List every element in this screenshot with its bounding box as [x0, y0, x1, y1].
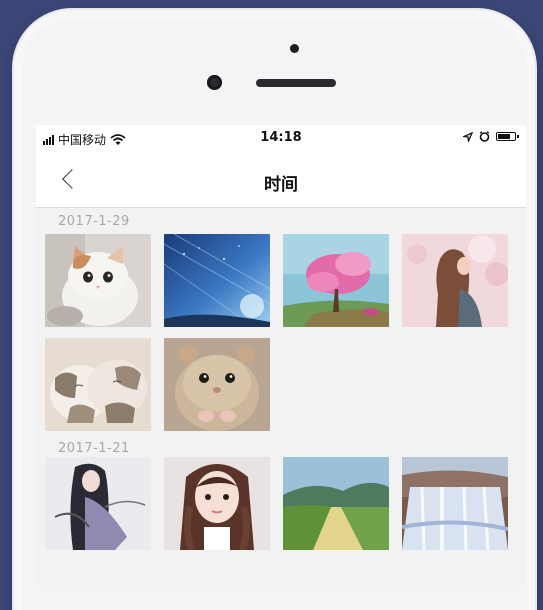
- location-icon: [463, 131, 473, 142]
- earpiece-speaker: [256, 79, 336, 87]
- status-time: 14:18: [260, 130, 302, 145]
- status-bar: 中国移动 14:18: [36, 125, 526, 153]
- photo-waterfall[interactable]: [402, 457, 508, 550]
- photo-braided-girl[interactable]: [164, 457, 270, 550]
- group-date: 2017-1-21: [58, 441, 130, 456]
- photo-grid: [36, 457, 526, 550]
- photo-cat[interactable]: [45, 234, 151, 327]
- front-camera: [207, 75, 222, 90]
- photo-group-2: 2017-1-21: [36, 431, 526, 550]
- phone-screen: 中国移动 14:18 时间 2017-1-29 2017-1-21: [36, 125, 526, 585]
- photo-hamster[interactable]: [164, 338, 270, 431]
- photo-starry-sky[interactable]: [164, 234, 270, 327]
- photo-ink-warrior[interactable]: [45, 457, 151, 550]
- page-title: 时间: [264, 175, 298, 195]
- status-right: [463, 131, 519, 142]
- alarm-icon: [479, 131, 490, 142]
- photo-pink-tree[interactable]: [283, 234, 389, 327]
- proximity-sensor: [290, 44, 299, 53]
- photo-sleeping-kittens[interactable]: [45, 338, 151, 431]
- photo-green-road[interactable]: [283, 457, 389, 550]
- group-date: 2017-1-29: [58, 214, 130, 229]
- photo-group-1: 2017-1-29: [36, 208, 526, 431]
- battery-icon: [496, 132, 519, 141]
- nav-bar: 时间: [36, 153, 526, 208]
- photo-grid: [36, 234, 526, 431]
- photo-girl-blossom[interactable]: [402, 234, 508, 327]
